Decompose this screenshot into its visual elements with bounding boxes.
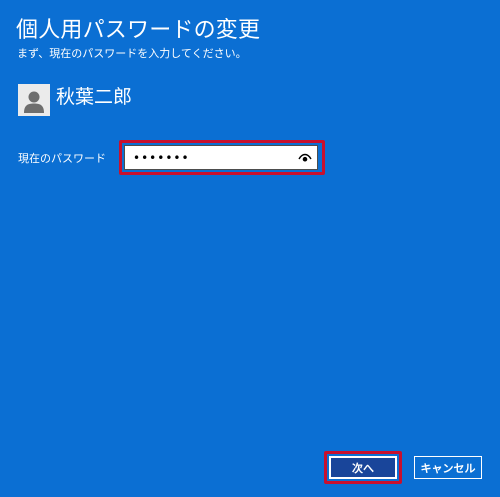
user-row: 秋葉二郎 xyxy=(18,84,132,120)
current-password-label: 現在のパスワード xyxy=(18,152,106,165)
page-title: 個人用パスワードの変更 xyxy=(16,18,261,43)
next-button[interactable]: 次へ xyxy=(329,456,397,479)
user-avatar-icon xyxy=(18,84,50,116)
current-password-input[interactable] xyxy=(125,147,295,168)
cancel-button[interactable]: キャンセル xyxy=(414,456,482,479)
current-password-field-container xyxy=(124,145,318,170)
eye-icon[interactable] xyxy=(295,147,315,168)
page-subtitle: まず、現在のパスワードを入力してください。 xyxy=(17,47,247,60)
user-name: 秋葉二郎 xyxy=(56,86,133,108)
